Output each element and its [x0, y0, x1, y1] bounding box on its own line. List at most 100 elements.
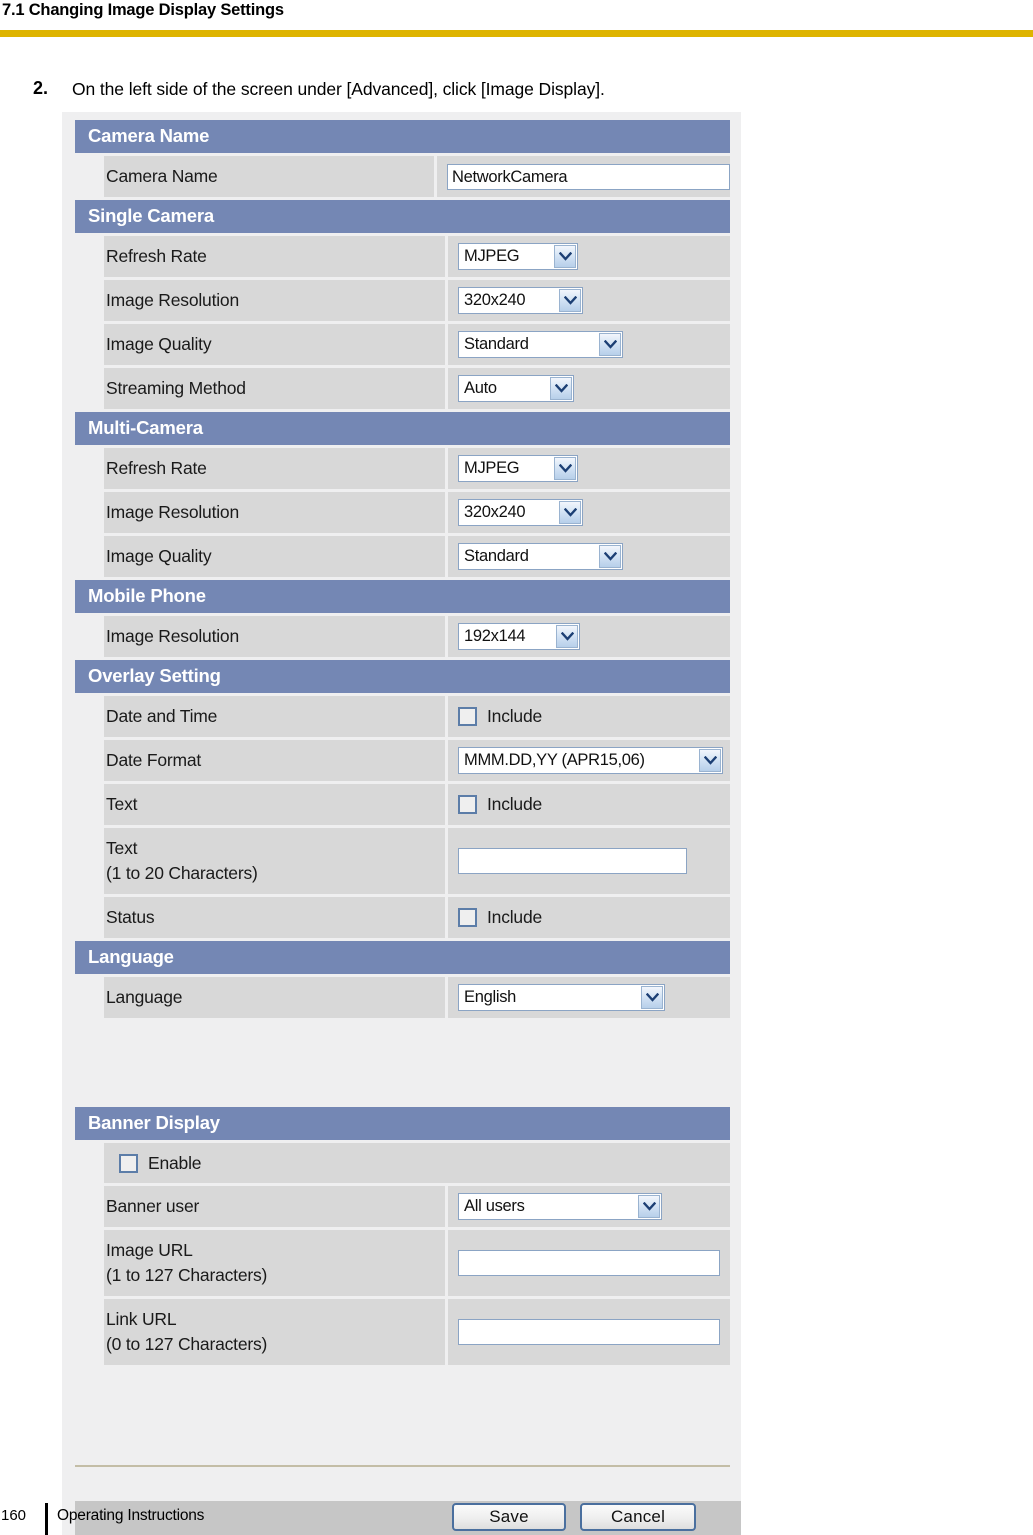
multi-image-quality-select[interactable]: Standard	[458, 543, 623, 570]
label-overlay-text-line1: Text	[106, 838, 138, 858]
language-select[interactable]: English	[458, 984, 665, 1011]
row-status: Status Include	[75, 897, 730, 938]
label-banner-user: Banner user	[104, 1186, 445, 1227]
value-single-refresh-rate: MJPEG	[448, 236, 730, 277]
chevron-down-icon	[554, 245, 576, 268]
checkbox-icon	[119, 1153, 138, 1173]
checkbox-icon	[458, 707, 477, 726]
footer-divider	[45, 1503, 48, 1535]
value-single-image-resolution: 320x240	[448, 280, 730, 321]
status-include-checkbox[interactable]: Include	[458, 907, 542, 928]
label-multi-refresh-rate: Refresh Rate	[104, 448, 445, 489]
checkbox-icon	[458, 908, 477, 927]
camera-settings-screenshot: Camera Name Camera Name NetworkCamera Si…	[62, 112, 741, 1535]
page-footer: 160 Operating Instructions	[0, 1503, 1033, 1535]
banner-user-value: All users	[464, 1197, 525, 1215]
checkbox-icon	[458, 795, 477, 814]
value-mobile-image-resolution: 192x144	[448, 616, 730, 657]
streaming-method-value: Auto	[464, 379, 497, 397]
chevron-down-icon	[554, 457, 576, 480]
label-date-and-time: Date and Time	[104, 696, 445, 737]
label-multi-image-quality: Image Quality	[104, 536, 445, 577]
label-streaming-method: Streaming Method	[104, 368, 445, 409]
mobile-image-resolution-value: 192x144	[464, 627, 526, 645]
footer-label: Operating Instructions	[57, 1507, 205, 1524]
label-image-url-line1: Image URL	[106, 1240, 193, 1260]
row-streaming-method: Streaming Method Auto	[75, 368, 730, 409]
value-multi-refresh-rate: MJPEG	[448, 448, 730, 489]
date-and-time-include-checkbox[interactable]: Include	[458, 706, 542, 727]
multi-image-resolution-value: 320x240	[464, 503, 526, 521]
multi-refresh-rate-value: MJPEG	[464, 459, 520, 477]
section-header-banner-display: Banner Display	[75, 1107, 730, 1140]
row-multi-image-quality: Image Quality Standard	[75, 536, 730, 577]
value-link-url	[448, 1299, 730, 1365]
mobile-image-resolution-select[interactable]: 192x144	[458, 623, 580, 650]
label-single-image-resolution: Image Resolution	[104, 280, 445, 321]
value-multi-image-resolution: 320x240	[448, 492, 730, 533]
page-number: 160	[1, 1507, 27, 1524]
value-status: Include	[448, 897, 730, 938]
row-single-refresh-rate: Refresh Rate MJPEG	[75, 236, 730, 277]
streaming-method-select[interactable]: Auto	[458, 375, 574, 402]
section-header-multi-camera: Multi-Camera	[75, 412, 730, 445]
label-camera-name: Camera Name	[104, 156, 434, 197]
row-camera-name: Camera Name NetworkCamera	[75, 156, 730, 197]
settings-panel: Camera Name Camera Name NetworkCamera Si…	[75, 120, 730, 1368]
date-format-select[interactable]: MMM.DD,YY (APR15,06)	[458, 747, 723, 774]
single-refresh-rate-select[interactable]: MJPEG	[458, 243, 578, 270]
section-header-language: Language	[75, 941, 730, 974]
image-url-input[interactable]	[458, 1250, 720, 1276]
overlay-text-include-label: Include	[487, 794, 543, 814]
page-header: 7.1 Changing Image Display Settings	[0, 0, 1033, 30]
label-link-url-line1: Link URL	[106, 1309, 177, 1329]
value-multi-image-quality: Standard	[448, 536, 730, 577]
multi-refresh-rate-select[interactable]: MJPEG	[458, 455, 578, 482]
step-instruction: 2. On the left side of the screen under …	[0, 78, 1033, 106]
row-language: Language English	[75, 977, 730, 1018]
label-image-url: Image URL (1 to 127 Characters)	[104, 1230, 445, 1296]
overlay-text-include-checkbox[interactable]: Include	[458, 794, 542, 815]
row-banner-user: Banner user All users	[75, 1186, 730, 1227]
value-image-url	[448, 1230, 730, 1296]
label-overlay-text: Text	[104, 784, 445, 825]
banner-user-select[interactable]: All users	[458, 1193, 662, 1220]
single-image-quality-value: Standard	[464, 335, 529, 353]
row-mobile-image-resolution: Image Resolution 192x144	[75, 616, 730, 657]
label-image-url-line2: (1 to 127 Characters)	[106, 1265, 268, 1285]
date-and-time-include-label: Include	[487, 706, 543, 726]
banner-enable-checkbox[interactable]: Enable	[119, 1153, 201, 1174]
language-value: English	[464, 988, 517, 1006]
value-overlay-text-field	[448, 828, 730, 894]
value-streaming-method: Auto	[448, 368, 730, 409]
multi-image-resolution-select[interactable]: 320x240	[458, 499, 583, 526]
chevron-down-icon	[641, 986, 663, 1009]
single-image-resolution-select[interactable]: 320x240	[458, 287, 583, 314]
chevron-down-icon	[559, 501, 581, 524]
label-multi-image-resolution: Image Resolution	[104, 492, 445, 533]
chevron-down-icon	[550, 377, 572, 400]
camera-name-input[interactable]: NetworkCamera	[447, 163, 730, 190]
section-header-camera-name: Camera Name	[75, 120, 730, 153]
value-date-format: MMM.DD,YY (APR15,06)	[448, 740, 730, 781]
row-date-and-time: Date and Time Include	[75, 696, 730, 737]
row-overlay-text-include: Text Include	[75, 784, 730, 825]
panel-bottom-divider	[75, 1465, 730, 1467]
chevron-down-icon	[699, 749, 721, 772]
single-refresh-rate-value: MJPEG	[464, 247, 520, 265]
row-image-url: Image URL (1 to 127 Characters)	[75, 1230, 730, 1296]
banner-enable-label: Enable	[148, 1152, 202, 1173]
label-link-url: Link URL (0 to 127 Characters)	[104, 1299, 445, 1365]
value-banner-enable: Enable	[104, 1143, 730, 1183]
overlay-text-input[interactable]	[458, 848, 687, 874]
link-url-input[interactable]	[458, 1319, 720, 1345]
gold-divider	[0, 30, 1033, 37]
page-title: 7.1 Changing Image Display Settings	[2, 1, 284, 19]
multi-image-quality-value: Standard	[464, 547, 529, 565]
single-image-quality-select[interactable]: Standard	[458, 331, 623, 358]
row-banner-enable: Enable	[75, 1143, 730, 1183]
step-text: On the left side of the screen under [Ad…	[72, 79, 605, 99]
label-single-image-quality: Image Quality	[104, 324, 445, 365]
label-link-url-line2: (0 to 127 Characters)	[106, 1334, 268, 1354]
step-number: 2.	[33, 78, 49, 98]
